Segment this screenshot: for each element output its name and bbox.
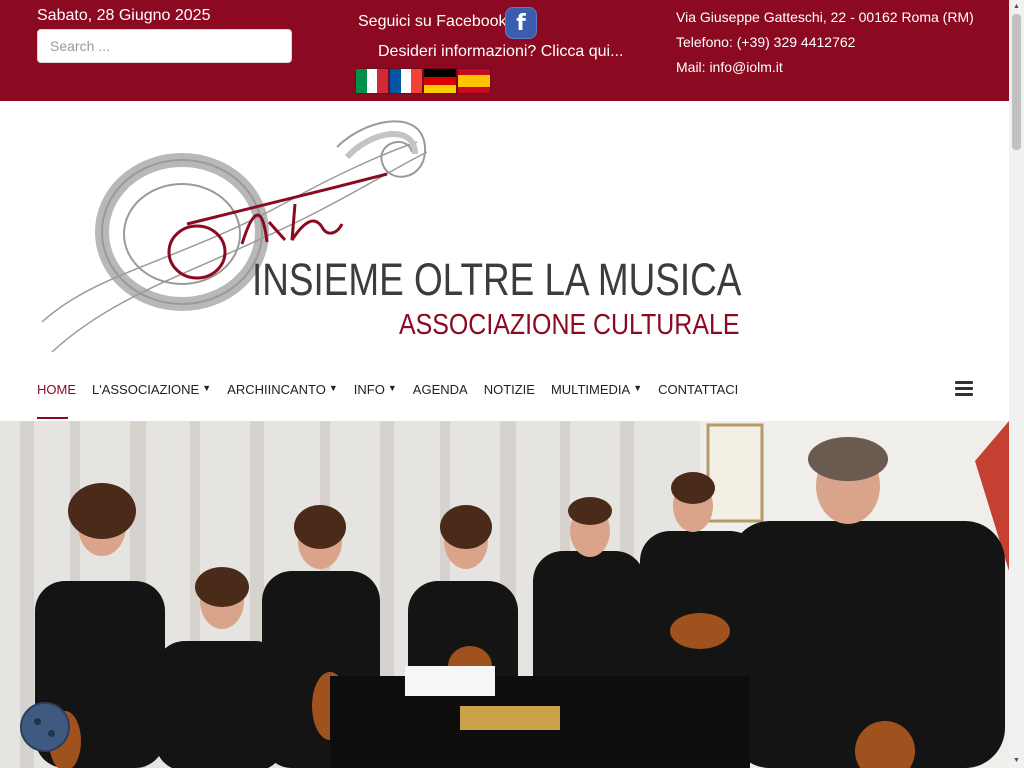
contact-address: Via Giuseppe Gatteschi, 22 - 00162 Roma …: [676, 9, 974, 25]
nav-item-agenda[interactable]: AGENDA: [413, 382, 468, 397]
current-date: Sabato, 28 Giugno 2025: [37, 7, 211, 24]
german-flag-icon[interactable]: [424, 69, 456, 93]
nav-item-l-associazione[interactable]: L'ASSOCIAZIONE ▼: [92, 382, 211, 397]
nav-item-label: ARCHIINCANTO: [227, 381, 326, 397]
italian-flag-icon[interactable]: [356, 69, 389, 93]
main-nav: HOME L'ASSOCIAZIONE ▼ ARCHIINCANTO ▼ INFO ▼ AGE…: [37, 379, 754, 419]
hamburger-menu-icon[interactable]: [955, 381, 973, 396]
french-flag-icon[interactable]: [390, 69, 423, 93]
chevron-down-icon: ▼: [202, 383, 212, 393]
chevron-down-icon: ▼: [387, 383, 397, 393]
facebook-icon[interactable]: f: [505, 7, 537, 39]
top-bar: Sabato, 28 Giugno 2025 Seguici su Facebo…: [0, 0, 1009, 101]
nav-item-info[interactable]: INFO ▼: [354, 382, 397, 397]
info-request-link[interactable]: Desideri informazioni? Clicca qui...: [378, 43, 623, 61]
nav-item-label: INFO: [353, 381, 385, 397]
scrollbar-thumb[interactable]: [1012, 14, 1021, 150]
nav-item-home[interactable]: HOME: [37, 381, 76, 419]
hero-photo: [0, 421, 1009, 768]
nav-item-archiincanto[interactable]: ARCHIINCANTO ▼: [227, 382, 338, 397]
nav-item-label: HOME: [37, 381, 76, 397]
chevron-down-icon: ▼: [328, 383, 338, 393]
chevron-down-icon: ▼: [633, 383, 643, 393]
nav-item-multimedia[interactable]: MULTIMEDIA ▼: [551, 382, 642, 397]
nav-item-label: CONTATTACI: [658, 381, 739, 397]
facebook-follow-text: Seguici su Facebook: [358, 13, 507, 30]
contact-mail[interactable]: Mail: info@iolm.it: [676, 59, 783, 75]
spanish-flag-icon[interactable]: [458, 69, 490, 93]
scroll-down-arrow-icon[interactable]: ▼: [1009, 754, 1024, 768]
vertical-scrollbar[interactable]: ▲ ▼: [1009, 0, 1024, 768]
musicians-group-photo: [0, 421, 1009, 768]
nav-item-label: AGENDA: [412, 381, 468, 397]
cookie-icon[interactable]: [20, 702, 70, 752]
nav-item-label: MULTIMEDIA: [550, 381, 631, 397]
nav-item-contattaci[interactable]: CONTATTACI: [658, 382, 738, 397]
nav-item-label: NOTIZIE: [483, 381, 535, 397]
site-logo[interactable]: INSIEME OLTRE LA MUSICA ASSOCIAZIONE CUL…: [37, 112, 741, 357]
logo-title: INSIEME OLTRE LA MUSICA: [252, 254, 742, 305]
logo-subtitle: ASSOCIAZIONE CULTURALE: [399, 309, 740, 341]
contact-phone[interactable]: Telefono: (+39) 329 4412762: [676, 34, 855, 50]
nav-item-notizie[interactable]: NOTIZIE: [484, 382, 535, 397]
nav-item-label: L'ASSOCIAZIONE: [92, 381, 200, 397]
scroll-up-arrow-icon[interactable]: ▲: [1009, 0, 1024, 14]
search-input[interactable]: [37, 29, 292, 63]
